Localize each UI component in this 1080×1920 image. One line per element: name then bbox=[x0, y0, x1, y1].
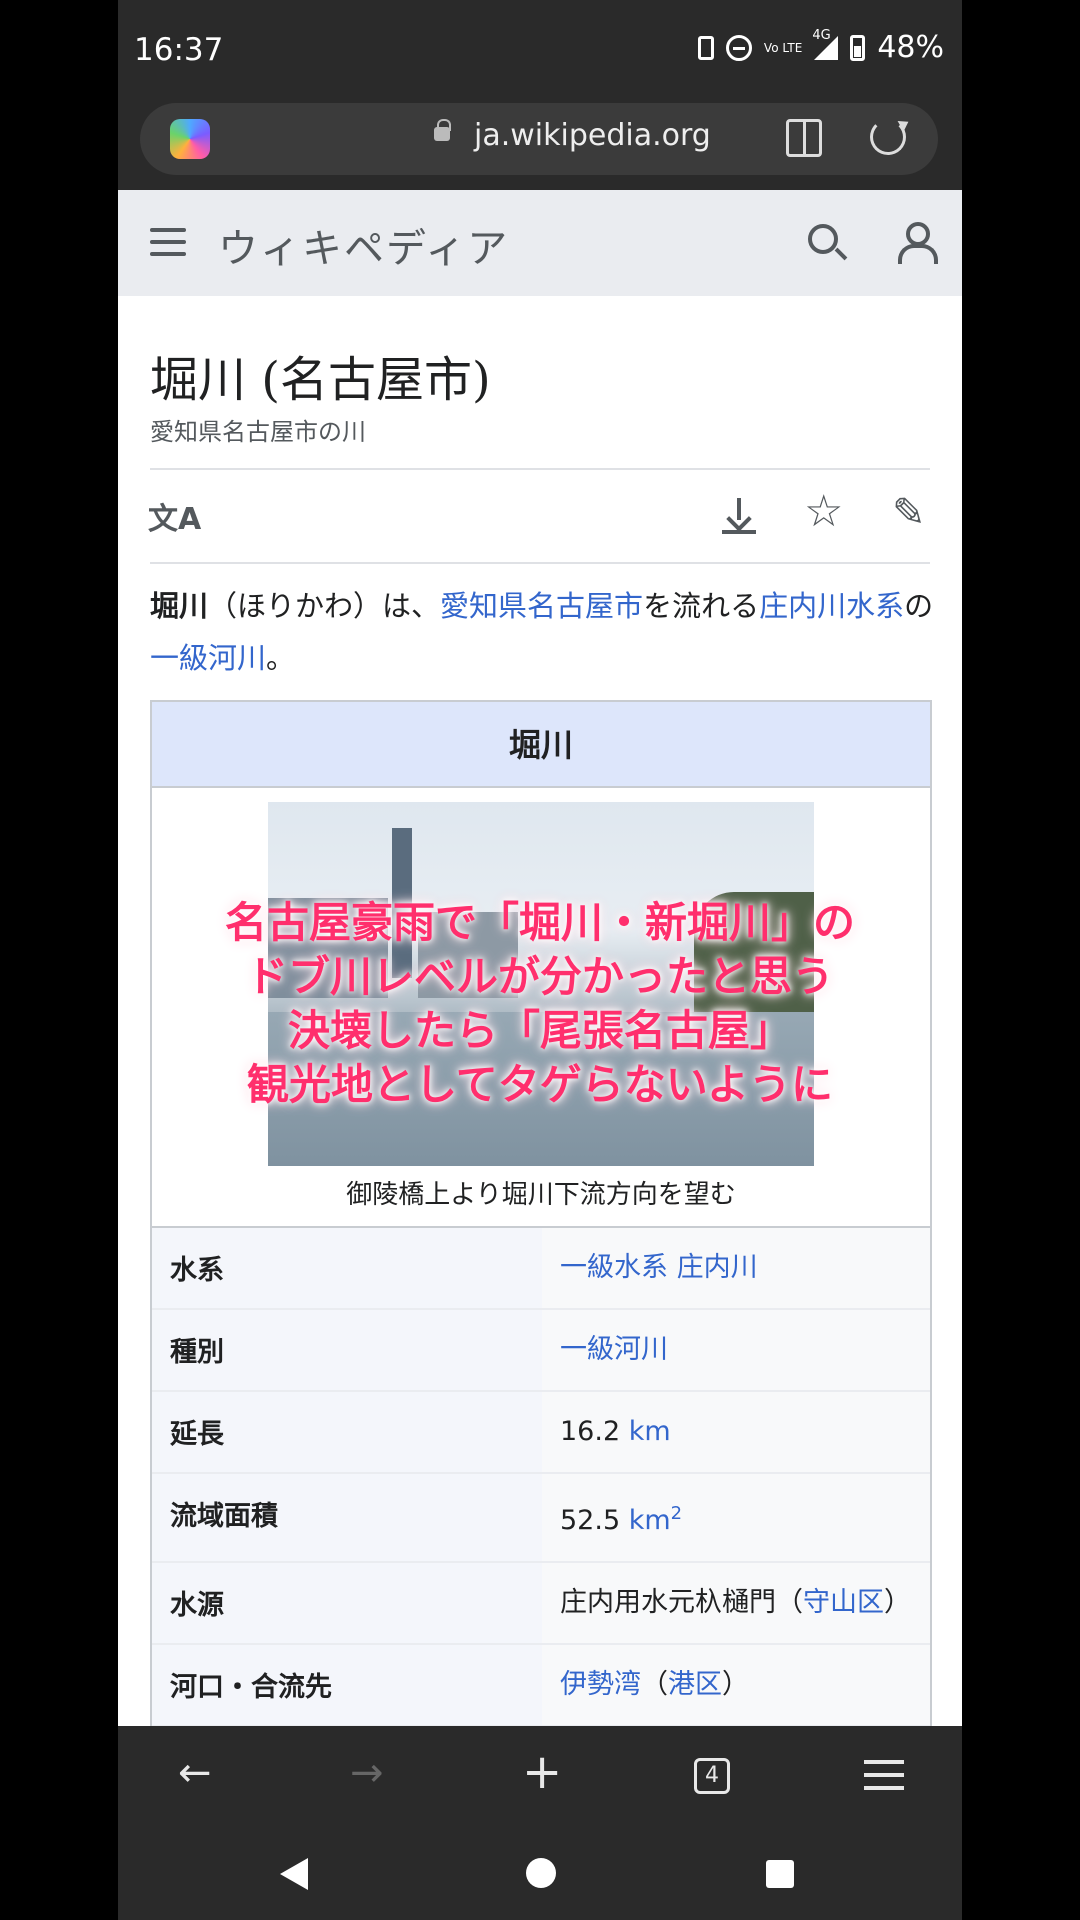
infobox-row: 流域面積 52.5 km2 bbox=[152, 1474, 930, 1563]
row-value: （ bbox=[641, 1669, 668, 1700]
divider bbox=[150, 562, 930, 564]
lead-text: の bbox=[904, 589, 934, 623]
link-aichi[interactable]: 愛知県 bbox=[440, 589, 527, 623]
infobox: 堀川 御陵橋上より堀川下流方向を望む 水系 一級水系 庄内川 種別 一級河川 延… bbox=[150, 700, 932, 1726]
row-value-link[interactable]: 伊勢湾 bbox=[560, 1669, 641, 1700]
edit-pencil-icon[interactable]: ✎ bbox=[892, 490, 926, 536]
overlay-line: 名古屋豪雨で「堀川・新堀川」の bbox=[224, 898, 855, 947]
system-home-icon[interactable] bbox=[526, 1858, 556, 1888]
row-key: 延長 bbox=[152, 1392, 542, 1472]
reload-icon[interactable] bbox=[870, 119, 906, 155]
status-bar: 16:37 Vo LTE 4G 48% bbox=[118, 0, 962, 95]
row-key: 水系 bbox=[152, 1228, 542, 1308]
battery-level: 48% bbox=[877, 30, 944, 65]
network-type: 4G bbox=[812, 27, 831, 43]
wiki-wordmark[interactable]: ウィキペディア bbox=[218, 216, 509, 274]
system-nav-bar bbox=[118, 1826, 962, 1920]
overlay-line: ドブ川レベルが分かったと思う bbox=[245, 952, 834, 1001]
main-menu-icon[interactable] bbox=[150, 228, 186, 256]
infobox-row: 水源 庄内用水元杁樋門（守山区） bbox=[152, 1563, 930, 1645]
browser-menu-icon[interactable] bbox=[864, 1760, 904, 1799]
row-value-link[interactable]: 一級水系 庄内川 bbox=[560, 1252, 758, 1283]
row-key: 河口・合流先 bbox=[152, 1645, 542, 1725]
signal-icon: 4G bbox=[812, 28, 839, 60]
page-subtitle: 愛知県名古屋市の川 bbox=[150, 418, 366, 446]
copilot-icon[interactable] bbox=[170, 119, 210, 159]
lead-text: （ほりかわ）は、 bbox=[208, 589, 441, 623]
read-aloud-icon[interactable] bbox=[786, 119, 822, 157]
letterbox-right bbox=[962, 0, 1080, 1920]
battery-icon bbox=[850, 34, 866, 61]
language-icon[interactable]: 文A bbox=[148, 494, 201, 538]
row-key: 水源 bbox=[152, 1563, 542, 1643]
status-icons: Vo LTE 4G 48% bbox=[697, 28, 944, 65]
link-nagoya[interactable]: 名古屋市 bbox=[527, 589, 643, 623]
letterbox-left bbox=[0, 0, 118, 1920]
row-value-sup[interactable]: 2 bbox=[671, 1503, 682, 1524]
user-icon[interactable] bbox=[898, 222, 938, 264]
web-content: ウィキペディア 堀川 (名古屋市) 愛知県名古屋市の川 文A ☆ ✎ 堀川（ほり… bbox=[118, 190, 962, 1726]
wiki-header: ウィキペディア bbox=[118, 190, 962, 296]
row-value-link[interactable]: km bbox=[629, 1416, 671, 1447]
overlay-line: 観光地としてタゲらないように bbox=[247, 1060, 833, 1109]
row-value: 52.5 bbox=[560, 1505, 629, 1536]
row-value: 16.2 bbox=[560, 1416, 629, 1447]
row-key: 種別 bbox=[152, 1310, 542, 1390]
page-title: 堀川 (名古屋市) bbox=[150, 352, 491, 408]
link-shonai-river-system[interactable]: 庄内川水系 bbox=[759, 589, 904, 623]
row-key: 流域面積 bbox=[152, 1474, 542, 1561]
forward-arrow-icon[interactable]: → bbox=[350, 1750, 384, 1796]
link-class-a-river[interactable]: 一級河川 bbox=[150, 641, 266, 675]
infobox-title: 堀川 bbox=[152, 702, 930, 788]
video-caption-overlay: 名古屋豪雨で「堀川・新堀川」の ドブ川レベルが分かったと思う 決壊したら「尾張名… bbox=[118, 896, 962, 1112]
infobox-row: 水系 一級水系 庄内川 bbox=[152, 1228, 930, 1310]
lead-text: 。 bbox=[266, 641, 296, 675]
lead-text: を流れる bbox=[643, 589, 760, 623]
row-value-link[interactable]: 守山区 bbox=[803, 1587, 884, 1618]
image-caption: 御陵橋上より堀川下流方向を望む bbox=[346, 1180, 736, 1210]
lead-paragraph: 堀川（ほりかわ）は、愛知県名古屋市を流れる庄内川水系の一級河川。 bbox=[150, 580, 940, 684]
system-recents-icon[interactable] bbox=[766, 1860, 794, 1888]
row-value-link[interactable]: km bbox=[629, 1505, 671, 1536]
infobox-row: 種別 一級河川 bbox=[152, 1310, 930, 1392]
url-text[interactable]: ja.wikipedia.org bbox=[474, 118, 711, 153]
do-not-disturb-icon bbox=[725, 34, 752, 61]
search-icon[interactable] bbox=[808, 224, 838, 254]
lock-icon[interactable] bbox=[434, 119, 451, 141]
overlay-line: 決壊したら「尾張名古屋」 bbox=[287, 1006, 792, 1055]
tab-switcher-icon[interactable]: 4 bbox=[694, 1758, 730, 1794]
browser-toolbar: ← → + 4 bbox=[118, 1726, 962, 1826]
lead-bold-term: 堀川 bbox=[150, 589, 209, 623]
address-bar[interactable]: ja.wikipedia.org bbox=[140, 103, 938, 175]
row-value-link[interactable]: 一級河川 bbox=[560, 1334, 668, 1365]
volte-icon: Vo LTE bbox=[763, 40, 803, 55]
phone-screen: 16:37 Vo LTE 4G 48% ja.wikipedia.org ウィキ… bbox=[118, 0, 962, 1920]
system-back-icon[interactable] bbox=[280, 1858, 308, 1890]
row-value-tail: ） bbox=[884, 1587, 911, 1618]
back-arrow-icon[interactable]: ← bbox=[178, 1750, 212, 1796]
vibrate-icon bbox=[697, 35, 714, 60]
infobox-row: 延長 16.2 km bbox=[152, 1392, 930, 1474]
row-value: 庄内用水元杁樋門（ bbox=[560, 1587, 803, 1618]
new-tab-plus-icon[interactable]: + bbox=[522, 1744, 562, 1800]
download-icon[interactable] bbox=[722, 498, 756, 534]
row-value-link[interactable]: 港区 bbox=[668, 1669, 722, 1700]
infobox-row: 河口・合流先 伊勢湾（港区） bbox=[152, 1645, 930, 1726]
watch-star-icon[interactable]: ☆ bbox=[804, 486, 843, 537]
row-value-tail: ） bbox=[722, 1669, 749, 1700]
status-time: 16:37 bbox=[134, 32, 224, 68]
divider bbox=[150, 468, 930, 470]
